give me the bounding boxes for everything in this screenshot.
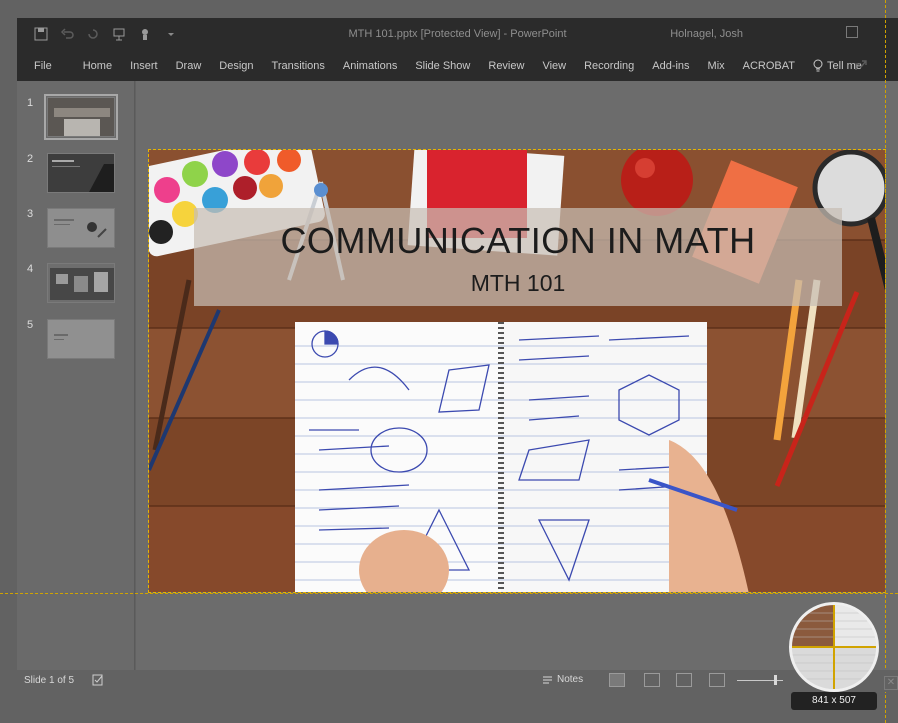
close-icon[interactable]: ✕	[884, 676, 898, 690]
thumbnail-image	[47, 263, 115, 303]
title-placeholder[interactable]: COMMUNICATION IN MATH MTH 101	[194, 208, 842, 306]
share-icon[interactable]	[854, 58, 868, 72]
tab-review[interactable]: Review	[479, 60, 533, 72]
magnifier-lens	[789, 602, 879, 692]
ribbon-tabs: File Home Insert Draw Design Transitions…	[17, 50, 898, 81]
screen-magnifier: 841 x 507	[789, 602, 879, 710]
slide-sorter-icon[interactable]	[644, 673, 660, 687]
slide-thumbnail-3[interactable]: 3	[17, 208, 135, 252]
window-title: MTH 101.pptx [Protected View] - PowerPoi…	[348, 28, 567, 40]
tab-insert[interactable]: Insert	[121, 60, 167, 72]
status-bar: Slide 1 of 5 Notes	[17, 670, 898, 692]
reading-view-icon[interactable]	[676, 673, 692, 687]
title-bar: MTH 101.pptx [Protected View] - PowerPoi…	[17, 18, 898, 50]
thumbnail-number: 3	[27, 208, 34, 220]
tab-slide-show[interactable]: Slide Show	[406, 60, 479, 72]
slide-thumbnail-pane: 1 2 3 4 5	[17, 81, 135, 670]
thumbnail-number: 5	[27, 319, 34, 331]
notes-label: Notes	[557, 674, 584, 685]
slide-subtitle[interactable]: MTH 101	[194, 270, 842, 297]
slide-thumbnail-1[interactable]: 1	[17, 94, 135, 141]
thumbnail-image	[47, 319, 115, 359]
tab-acrobat[interactable]: ACROBAT	[734, 60, 804, 72]
horizontal-guide	[0, 593, 898, 594]
lightbulb-icon	[813, 59, 823, 72]
powerpoint-window: MTH 101.pptx [Protected View] - PowerPoi…	[0, 0, 898, 723]
tab-home[interactable]: Home	[74, 60, 121, 72]
tab-recording[interactable]: Recording	[575, 60, 643, 72]
notes-icon	[543, 676, 552, 683]
tab-mix[interactable]: Mix	[699, 60, 734, 72]
tab-add-ins[interactable]: Add-ins	[643, 60, 698, 72]
slide-counter: Slide 1 of 5	[24, 675, 75, 686]
selection-size-label: 841 x 507	[791, 692, 877, 710]
tab-draw[interactable]: Draw	[167, 60, 211, 72]
thumbnail-number: 4	[27, 263, 34, 275]
thumbnail-image	[47, 153, 115, 193]
slide-thumbnail-5[interactable]: 5	[17, 319, 135, 363]
vertical-guide	[885, 0, 886, 723]
tab-view[interactable]: View	[533, 60, 575, 72]
slide-show-icon[interactable]	[709, 673, 725, 687]
slide-thumbnail-4[interactable]: 4	[17, 263, 135, 307]
tab-design[interactable]: Design	[210, 60, 262, 72]
normal-view-icon[interactable]	[609, 673, 625, 687]
thumbnail-image	[47, 208, 115, 248]
slide-canvas[interactable]: COMMUNICATION IN MATH MTH 101	[148, 149, 886, 593]
restore-window-icon[interactable]	[846, 26, 858, 38]
tab-file[interactable]: File	[17, 60, 74, 72]
user-name[interactable]: Holnagel, Josh	[670, 28, 743, 40]
thumbnail-image	[44, 94, 118, 140]
thumbnail-number: 2	[27, 153, 34, 165]
tab-transitions[interactable]: Transitions	[263, 60, 334, 72]
zoom-slider-handle[interactable]	[774, 675, 777, 685]
spell-check-icon[interactable]	[92, 674, 104, 686]
slide-title[interactable]: COMMUNICATION IN MATH	[194, 220, 842, 262]
thumbnail-number: 1	[27, 97, 34, 109]
slide-thumbnail-2[interactable]: 2	[17, 153, 135, 197]
tab-animations[interactable]: Animations	[334, 60, 406, 72]
notes-button[interactable]: Notes	[542, 674, 583, 685]
